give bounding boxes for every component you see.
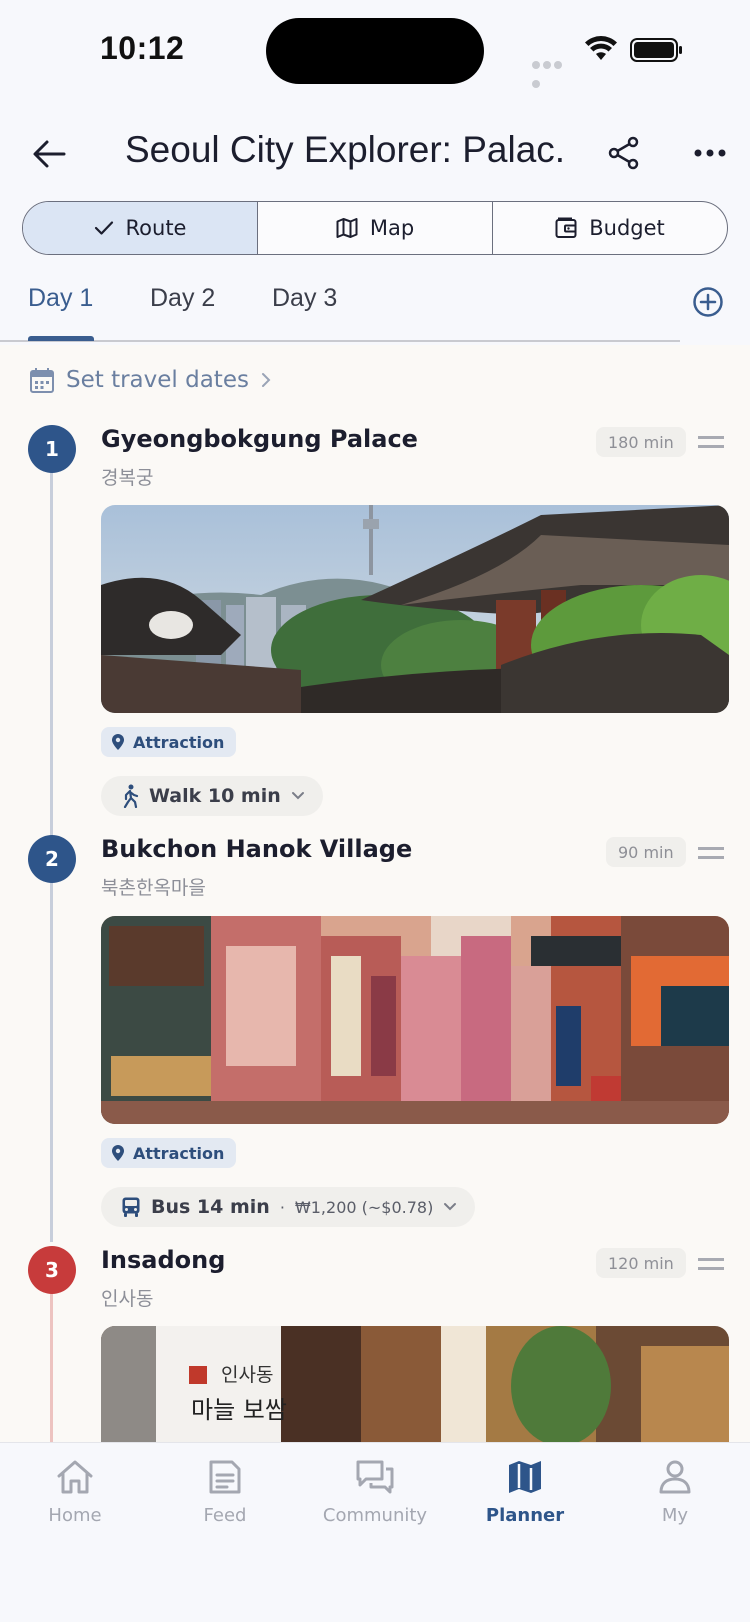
status-bar: 10:12 <box>0 0 750 100</box>
wallet-icon <box>555 217 577 238</box>
nav-label: Planner <box>485 1505 565 1526</box>
stop-local-name: 북촌한옥마을 <box>101 877 206 899</box>
set-travel-dates-button[interactable]: Set travel dates <box>30 364 271 396</box>
stop-name[interactable]: Gyeongbokgung Palace <box>101 425 418 453</box>
segment-budget-label: Budget <box>589 216 665 240</box>
segment-map[interactable]: Map <box>258 202 493 254</box>
map-icon <box>336 218 358 238</box>
category-label: Attraction <box>133 732 225 752</box>
chevron-down-icon <box>291 792 304 800</box>
chevron-right-icon <box>261 373 271 387</box>
dynamic-island <box>266 18 484 84</box>
segment-route-label: Route <box>125 216 187 240</box>
stop-photo-bukchon[interactable] <box>101 916 729 1124</box>
tab-day-3[interactable]: Day 3 <box>272 284 337 313</box>
home-icon <box>57 1460 93 1494</box>
add-day-button[interactable] <box>692 286 724 318</box>
community-icon <box>356 1460 394 1494</box>
segment-route[interactable]: Route <box>23 202 258 254</box>
nav-label: My <box>661 1505 689 1526</box>
transit-selector-walk[interactable]: Walk 10 min <box>101 776 323 816</box>
stop-photo-gyeongbokgung[interactable] <box>101 505 729 713</box>
battery-icon <box>630 38 682 62</box>
photo-street-image <box>101 916 729 1124</box>
status-time: 10:12 <box>100 30 185 66</box>
bottom-navigation: Home Feed Community Planner My <box>0 1442 750 1622</box>
set-travel-dates-label: Set travel dates <box>66 367 249 393</box>
nav-item-home[interactable]: Home <box>0 1459 150 1526</box>
duration-badge[interactable]: 120 min <box>596 1248 686 1278</box>
app-header: Seoul City Explorer: Palac... <box>0 115 750 190</box>
bus-icon <box>122 1197 140 1217</box>
nav-item-feed[interactable]: Feed <box>150 1459 300 1526</box>
stop-local-name: 인사동 <box>101 1288 154 1310</box>
walk-icon <box>123 784 139 808</box>
share-icon <box>608 136 639 170</box>
photo-palace-image <box>101 505 729 713</box>
drag-handle-icon[interactable] <box>698 847 724 859</box>
drag-handle-icon[interactable] <box>698 436 724 448</box>
nav-item-planner[interactable]: Planner <box>450 1459 600 1526</box>
wifi-icon <box>585 36 617 60</box>
transit-mode-label: Walk 10 min <box>149 785 281 807</box>
arrow-left-icon <box>33 140 66 168</box>
back-button[interactable] <box>28 133 70 175</box>
nav-item-my[interactable]: My <box>600 1459 750 1526</box>
nav-label: Feed <box>203 1505 247 1526</box>
transit-fare: ₩1,200 (~$0.78) <box>294 1197 434 1217</box>
more-options-button[interactable] <box>688 131 732 175</box>
category-chip: Attraction <box>101 727 237 757</box>
stop-number-marker: 3 <box>28 1246 76 1294</box>
day-tabs: Day 1 Day 2 Day 3 <box>0 270 750 345</box>
location-pin-icon <box>112 734 124 750</box>
stop-name[interactable]: Bukchon Hanok Village <box>101 835 412 863</box>
feed-icon <box>209 1460 241 1494</box>
stop-name[interactable]: Insadong <box>101 1246 225 1274</box>
tab-day-1[interactable]: Day 1 <box>28 284 93 313</box>
calendar-icon <box>30 368 54 393</box>
transit-mode-label: Bus 14 min <box>151 1196 270 1218</box>
category-label: Attraction <box>133 1143 225 1163</box>
duration-badge[interactable]: 90 min <box>606 837 686 867</box>
share-button[interactable] <box>602 131 646 175</box>
active-tab-indicator <box>28 336 94 341</box>
transit-separator: · <box>279 1197 285 1217</box>
planner-icon <box>509 1461 541 1493</box>
cellular-signal-icon <box>532 54 572 88</box>
stop-number-marker: 2 <box>28 835 76 883</box>
tab-divider <box>0 340 680 342</box>
photo-sign-text: 인사동 <box>221 1364 274 1386</box>
location-pin-icon <box>112 1145 124 1161</box>
more-horizontal-icon <box>694 149 726 157</box>
transit-selector-bus[interactable]: Bus 14 min · ₩1,200 (~$0.78) <box>101 1187 476 1227</box>
profile-icon <box>659 1460 691 1494</box>
photo-sign-text: 마늘 보쌈 <box>191 1396 287 1424</box>
nav-label: Community <box>322 1505 428 1526</box>
view-segmented-control: Route Map Budget <box>22 201 728 255</box>
segment-map-label: Map <box>369 216 415 240</box>
stop-number-marker: 1 <box>28 425 76 473</box>
nav-item-community[interactable]: Community <box>300 1459 450 1526</box>
check-icon <box>94 221 113 235</box>
category-chip: Attraction <box>101 1138 237 1168</box>
plus-circle-icon <box>693 287 723 317</box>
drag-handle-icon[interactable] <box>698 1258 724 1270</box>
chevron-down-icon <box>444 1203 457 1211</box>
stop-photo-insadong[interactable]: 인사동 마늘 보쌈 <box>101 1326 729 1456</box>
page-title: Seoul City Explorer: Palac... <box>125 129 565 170</box>
duration-badge[interactable]: 180 min <box>596 427 686 457</box>
stop-local-name: 경복궁 <box>101 467 154 489</box>
segment-budget[interactable]: Budget <box>493 202 727 254</box>
nav-label: Home <box>48 1505 102 1526</box>
tab-day-2[interactable]: Day 2 <box>150 284 215 313</box>
